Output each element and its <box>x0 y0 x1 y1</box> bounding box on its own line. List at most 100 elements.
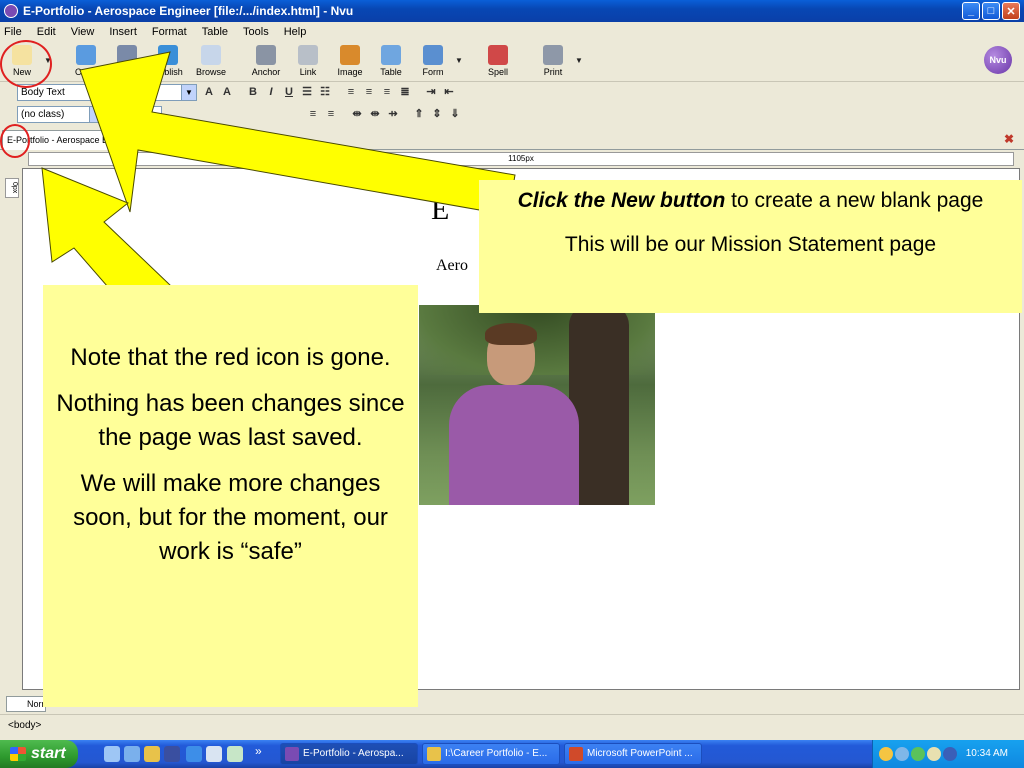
callout-emphasis: Click the New button <box>517 189 726 212</box>
task-explorer[interactable]: I:\Career Portfolio - E... <box>422 743 560 765</box>
browse-button-label: Browse <box>195 67 226 77</box>
align-bottom-icon[interactable]: ≡ <box>324 107 338 121</box>
start-button[interactable]: start <box>0 740 78 768</box>
tag-path[interactable]: <body> <box>8 720 41 731</box>
tray-network-icon[interactable] <box>895 747 909 761</box>
window-title: E-Portfolio - Aerospace Engineer [file:/… <box>23 4 354 18</box>
task-powerpoint-label: Microsoft PowerPoint ... <box>587 748 693 759</box>
link-icon <box>298 45 318 65</box>
larger-text-button[interactable]: A <box>220 85 234 99</box>
open-button[interactable]: Open <box>64 45 108 79</box>
page-heading: E <box>431 193 450 226</box>
lower-icon[interactable]: ⇓ <box>448 107 462 121</box>
menu-format[interactable]: Format <box>152 26 187 38</box>
menu-table[interactable]: Table <box>202 26 228 38</box>
image-icon <box>340 45 360 65</box>
spell-button-label: Spell <box>487 67 508 77</box>
quicklaunch-excel-icon[interactable] <box>227 746 243 762</box>
class-select[interactable]: (no class) ▼ <box>17 106 105 123</box>
system-tray: 10:34 AM <box>872 740 1024 768</box>
align-center-icon[interactable]: ≡ <box>362 85 376 99</box>
folder-task-icon <box>427 747 441 761</box>
minimize-button[interactable]: _ <box>962 2 980 20</box>
tab-normal[interactable]: Normal <box>6 696 56 712</box>
browse-button[interactable]: Browse <box>189 45 233 79</box>
bullet-list-icon[interactable]: ☰ <box>300 85 314 99</box>
menu-insert[interactable]: Insert <box>109 26 137 38</box>
maximize-button[interactable]: □ <box>982 2 1000 20</box>
bold-button[interactable]: B <box>246 85 260 99</box>
align-top-icon[interactable]: ≡ <box>306 107 320 121</box>
direction-icon[interactable]: ⇸ <box>386 107 400 121</box>
smaller-text-button[interactable]: A <box>202 85 216 99</box>
task-nvu[interactable]: E-Portfolio - Aerospa... <box>280 743 418 765</box>
save-button-label: Save <box>116 67 138 77</box>
task-explorer-label: I:\Career Portfolio - E... <box>445 748 548 759</box>
horizontal-ruler: 1105px <box>28 152 1014 166</box>
rtl-icon[interactable]: ⇹ <box>368 107 382 121</box>
quicklaunch-app-icon[interactable] <box>164 746 180 762</box>
underline-button[interactable]: U <box>282 85 296 99</box>
red-circle-tab-icon <box>0 124 30 158</box>
outdent-icon[interactable]: ⇤ <box>442 85 456 99</box>
red-circle-new-button <box>0 40 52 88</box>
save-button[interactable]: Save <box>105 45 149 79</box>
quicklaunch-notes-icon[interactable] <box>124 746 140 762</box>
publish-button[interactable]: Publish <box>146 45 190 79</box>
globe-icon <box>158 45 178 65</box>
link-button-label: Link <box>299 67 317 77</box>
form-dropdown-arrow-icon[interactable]: ▼ <box>455 56 463 65</box>
quicklaunch-word-icon[interactable] <box>206 746 222 762</box>
quicklaunch-more-icon[interactable]: » <box>255 744 262 758</box>
close-tab-icon[interactable]: ✖ <box>1004 132 1014 146</box>
table-button[interactable]: Table <box>369 45 413 79</box>
menu-view[interactable]: View <box>71 26 95 38</box>
callout-new-button: Click the New button to create a new bla… <box>479 180 1022 313</box>
magnifier-icon <box>201 45 221 65</box>
quicklaunch-ie-icon[interactable] <box>186 746 202 762</box>
form-button[interactable]: Form <box>411 45 455 79</box>
menu-edit[interactable]: Edit <box>37 26 56 38</box>
form-button-label: Form <box>422 67 444 77</box>
menu-help[interactable]: Help <box>284 26 307 38</box>
align-left-icon[interactable]: ≡ <box>344 85 358 99</box>
menu-file[interactable]: File <box>4 26 22 38</box>
class-select-value: (no class) <box>21 109 65 120</box>
print-button-label: Print <box>543 67 563 77</box>
image-button-label: Image <box>337 67 363 77</box>
task-powerpoint[interactable]: Microsoft PowerPoint ... <box>564 743 702 765</box>
paragraph-style-select[interactable]: Body Text ▼ <box>17 84 197 101</box>
form-icon <box>423 45 443 65</box>
indent-icon[interactable]: ⇥ <box>424 85 438 99</box>
quicklaunch-folder-icon[interactable] <box>144 746 160 762</box>
center-icon[interactable]: ⇕ <box>430 107 444 121</box>
print-dropdown-arrow-icon[interactable]: ▼ <box>575 56 583 65</box>
nvu-task-icon <box>285 747 299 761</box>
justify-icon[interactable]: ≣ <box>398 85 412 99</box>
align-right-icon[interactable]: ≡ <box>380 85 394 99</box>
quicklaunch-desktop-icon[interactable] <box>104 746 120 762</box>
document-tab-bar: E-Portfolio - Aerospace Engineer ✖ <box>0 128 1024 150</box>
raise-icon[interactable]: ⇑ <box>412 107 426 121</box>
ltr-icon[interactable]: ⇹ <box>350 107 364 121</box>
anchor-button[interactable]: Anchor <box>244 45 288 79</box>
spell-button[interactable]: Spell <box>476 45 520 79</box>
link-button[interactable]: Link <box>286 45 330 79</box>
italic-button[interactable]: I <box>264 85 278 99</box>
tray-update-icon[interactable] <box>911 747 925 761</box>
image-button[interactable]: Image <box>328 45 372 79</box>
start-label: start <box>31 745 66 762</box>
table-button-label: Table <box>380 67 402 77</box>
numbered-list-icon[interactable]: ☷ <box>318 85 332 99</box>
portrait-photo[interactable] <box>419 305 655 505</box>
format-toolbar-1: Body Text ▼ A A B I U ☰ ☷ ≡ ≡ ≡ ≣ ⇥ ⇤ <box>0 82 1024 104</box>
tray-messenger-icon[interactable] <box>879 747 893 761</box>
tray-security-icon[interactable] <box>927 747 941 761</box>
menu-tools[interactable]: Tools <box>243 26 269 38</box>
windows-taskbar: start » E-Portfolio - Aerospa... I:\Care… <box>0 740 1024 768</box>
font-select[interactable]: Va <box>102 106 162 123</box>
tray-shield-icon[interactable] <box>943 747 957 761</box>
close-window-button[interactable]: ✕ <box>1002 2 1020 20</box>
nvu-app-icon <box>4 4 18 18</box>
print-button[interactable]: Print <box>531 45 575 79</box>
